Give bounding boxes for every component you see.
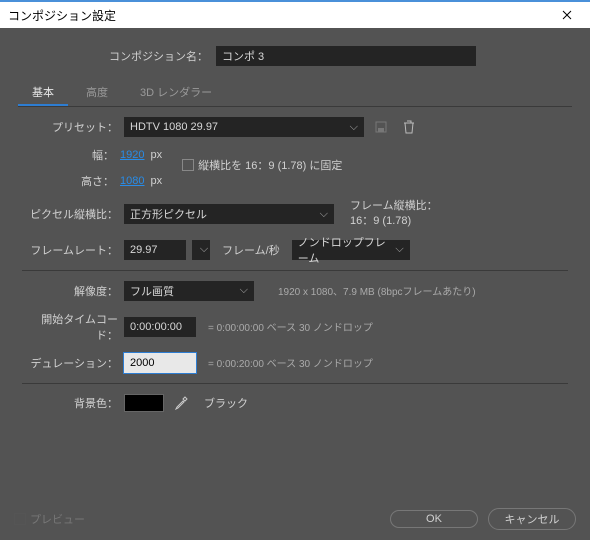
close-icon <box>562 10 572 20</box>
duration-label: デュレーション： <box>22 355 118 371</box>
framerate-dropdown[interactable]: ⌵ <box>192 240 210 260</box>
chevron-down-icon: ⌵ <box>350 121 358 134</box>
preset-select[interactable]: HDTV 1080 29.97 ⌵ <box>124 117 364 137</box>
ok-button[interactable]: OK <box>390 510 478 528</box>
width-unit: px <box>150 149 162 161</box>
pixel-aspect-select[interactable]: 正方形ピクセル ⌵ <box>124 204 334 224</box>
resolution-value: フル画質 <box>130 283 174 299</box>
save-icon <box>374 120 388 134</box>
framerate-value: 29.97 <box>130 244 158 256</box>
width-value[interactable]: 1920 <box>120 149 144 161</box>
eyedropper-icon <box>174 396 188 410</box>
height-label: 高さ： <box>22 173 114 189</box>
tab-advanced[interactable]: 高度 <box>72 80 122 106</box>
preview-label: プレビュー <box>30 511 85 527</box>
preset-delete-button[interactable] <box>398 117 420 137</box>
pixel-aspect-label: ピクセル縦横比： <box>22 206 118 222</box>
trash-icon <box>403 120 415 134</box>
resolution-label: 解像度： <box>22 283 118 299</box>
preview-checkbox[interactable] <box>14 513 26 525</box>
chevron-down-icon: ⌵ <box>200 243 208 256</box>
close-button[interactable] <box>552 2 582 28</box>
comp-name-input[interactable] <box>216 46 476 66</box>
chevron-down-icon: ⌵ <box>320 208 328 221</box>
bgcolor-name: ブラック <box>204 395 248 411</box>
frame-aspect-info: フレーム縦横比： 16：9 (1.78) <box>350 199 438 230</box>
framerate-input[interactable]: 29.97 <box>124 240 186 260</box>
bgcolor-label: 背景色： <box>22 395 118 411</box>
lock-aspect-checkbox[interactable] <box>182 159 194 171</box>
width-label: 幅： <box>22 147 114 163</box>
comp-name-label: コンポジション名： <box>18 48 208 64</box>
duration-input[interactable] <box>124 353 196 373</box>
tab-renderer[interactable]: 3D レンダラー <box>126 80 226 106</box>
height-unit: px <box>150 175 162 187</box>
tabs: 基本 高度 3D レンダラー <box>18 80 572 107</box>
chevron-down-icon: ⌵ <box>240 284 248 297</box>
drop-type-value: ノンドロップフレーム <box>298 234 390 266</box>
resolution-select[interactable]: フル画質 ⌵ <box>124 281 254 301</box>
preset-value: HDTV 1080 29.97 <box>130 121 218 133</box>
start-tc-input[interactable] <box>124 317 196 337</box>
start-tc-label: 開始タイムコード： <box>22 311 118 343</box>
lock-aspect-label: 縦横比を 16：9 (1.78) に固定 <box>198 157 342 173</box>
framerate-unit: フレーム/秒 <box>222 242 280 258</box>
cancel-button[interactable]: キャンセル <box>488 508 576 530</box>
window-title: コンポジション設定 <box>8 7 552 24</box>
chevron-down-icon: ⌵ <box>395 243 403 256</box>
tab-basic[interactable]: 基本 <box>18 80 68 106</box>
bgcolor-swatch[interactable] <box>124 394 164 412</box>
resolution-info: 1920 x 1080、7.9 MB (8bpcフレームあたり) <box>278 283 476 298</box>
pixel-aspect-value: 正方形ピクセル <box>130 206 207 222</box>
title-bar: コンポジション設定 <box>0 0 590 28</box>
framerate-label: フレームレート： <box>22 242 118 258</box>
drop-type-select[interactable]: ノンドロップフレーム ⌵ <box>292 240 410 260</box>
start-tc-info: = 0:00:00:00 ベース 30 ノンドロップ <box>208 319 373 334</box>
preset-label: プリセット： <box>22 119 118 135</box>
eyedropper-button[interactable] <box>174 395 190 411</box>
preset-save-button[interactable] <box>370 117 392 137</box>
height-value[interactable]: 1080 <box>120 175 144 187</box>
duration-info: = 0:00:20:00 ベース 30 ノンドロップ <box>208 355 373 370</box>
